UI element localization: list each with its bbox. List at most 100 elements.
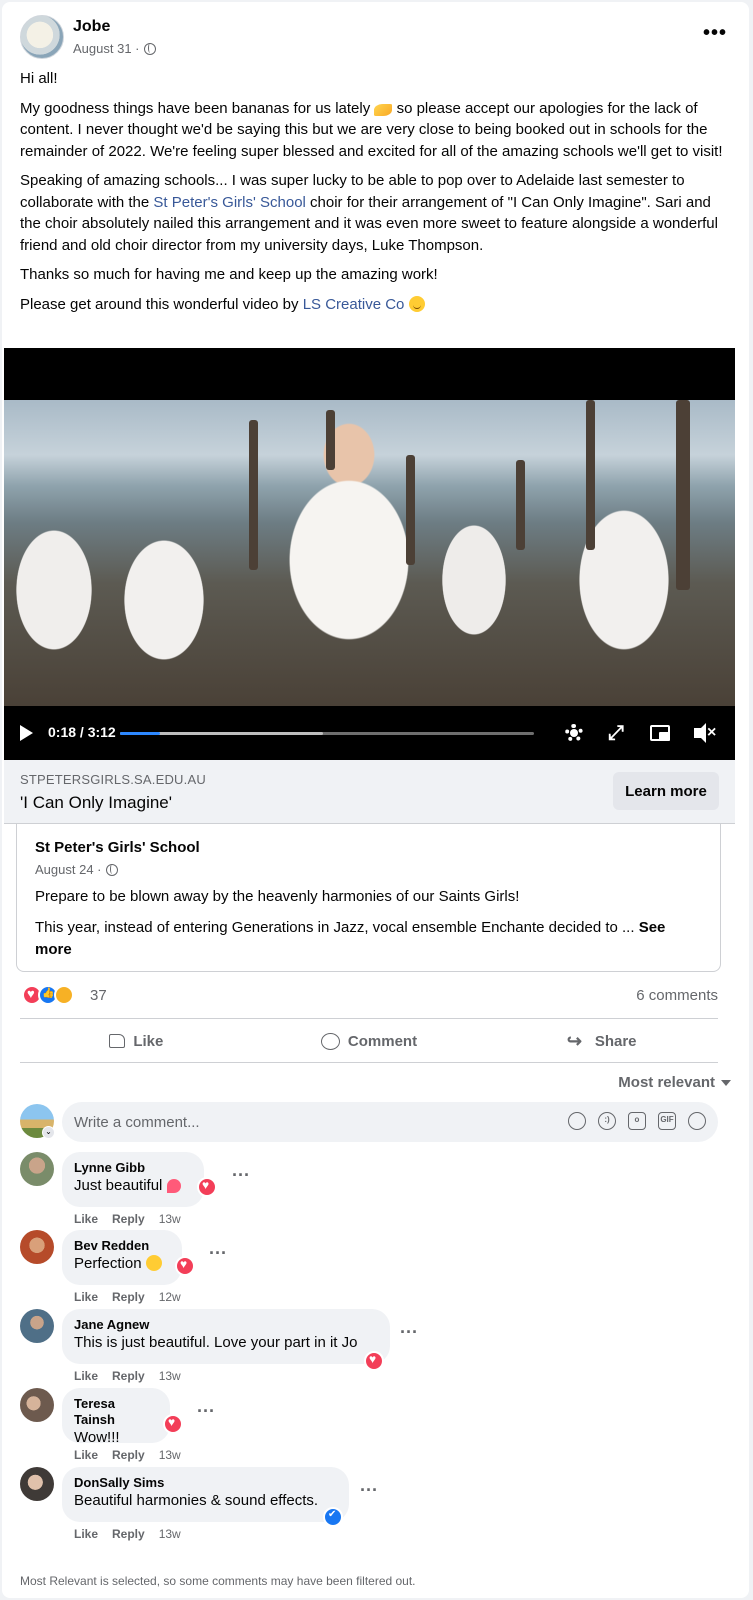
comment-reply-button[interactable]: Reply [112,1212,145,1226]
commenter-avatar[interactable] [20,1388,54,1422]
comment-text: Wow!!! [74,1429,120,1446]
comment-like-button[interactable]: Like [74,1448,98,1462]
author-name[interactable]: Jobe [73,18,110,36]
commenter-name[interactable]: Jane Agnew [74,1317,378,1333]
link-title[interactable]: 'I Can Only Imagine' [20,793,172,813]
shared-post-text-2: This year, instead of entering Generatio… [35,917,705,960]
commenter-name[interactable]: DonSally Sims [74,1475,337,1491]
comment-bubble: Jane Agnew This is just beautiful. Love … [62,1309,390,1364]
like-label: Like [133,1032,164,1050]
picture-in-picture-icon[interactable] [648,721,672,745]
author-avatar[interactable] [20,15,64,59]
love-reaction-icon[interactable] [175,1256,195,1276]
video-frame[interactable] [4,400,735,706]
shared-post-meta: August 24 · [35,862,118,877]
post-header: Jobe August 31 · ••• [20,15,731,61]
more-options-button[interactable]: ••• [699,23,731,47]
commenter-avatar[interactable] [20,1309,54,1343]
smile-emoji-icon [408,295,425,312]
shared-post-author[interactable]: St Peter's Girls' School [35,839,200,856]
chevron-down-icon[interactable]: ⌄ [42,1126,55,1139]
comment-actions: Like Reply 13w [74,1212,181,1226]
comment-button[interactable]: Comment [253,1020,486,1062]
comment-more-icon[interactable]: ··· [197,1401,215,1422]
shared-post-excerpt: This year, instead of entering Generatio… [35,919,639,936]
video-player[interactable]: 0:18 / 3:12 ⤢ × [4,348,735,760]
share-button[interactable]: ↪ Share [485,1020,718,1062]
commenter-avatar[interactable] [20,1152,54,1186]
gif-icon[interactable]: GIF [658,1112,676,1130]
reaction-icons[interactable] [22,985,74,1005]
comment-more-icon[interactable]: ··· [232,1165,250,1186]
jetty-pylon [516,460,525,550]
reaction-count[interactable]: 37 [90,987,107,1004]
comment-age[interactable]: 13w [159,1212,181,1226]
gear-icon[interactable] [562,721,586,745]
divider [20,1062,718,1063]
commenter-avatar[interactable] [20,1230,54,1264]
post-card: Jobe August 31 · ••• Hi all! My goodness… [2,2,749,1598]
love-reaction-icon[interactable] [163,1414,183,1434]
globe-icon [143,42,156,55]
commenter-name[interactable]: Teresa Tainsh [74,1396,158,1428]
comment-reply-button[interactable]: Reply [112,1369,145,1383]
comment-actions: Like Reply 13w [74,1448,181,1462]
emoji-icon[interactable]: :) [598,1112,616,1130]
comment-age[interactable]: 13w [159,1448,181,1462]
creator-link[interactable]: LS Creative Co [303,296,405,313]
comment-actions: Like Reply 13w [74,1369,181,1383]
love-reaction-icon[interactable] [364,1351,384,1371]
learn-more-button[interactable]: Learn more [613,772,719,810]
sort-label: Most relevant [618,1074,715,1091]
comment-bubble: DonSally Sims Beautiful harmonies & soun… [62,1467,349,1522]
like-button[interactable]: Like [20,1020,253,1062]
commenter-name[interactable]: Bev Redden [74,1238,170,1254]
comment-age[interactable]: 12w [159,1290,181,1304]
avatar-sticker-icon[interactable] [568,1112,586,1130]
comment-more-icon[interactable]: ··· [400,1322,418,1343]
post-meta: August 31 · [73,41,156,56]
comment-text-content: Just beautiful [74,1177,163,1194]
comment-actions: Like Reply 13w [74,1527,181,1541]
comment-reply-button[interactable]: Reply [112,1527,145,1541]
comment-text: Beautiful harmonies & sound effects. [74,1492,319,1509]
link-preview[interactable]: STPETERSGIRLS.SA.EDU.AU 'I Can Only Imag… [4,760,735,824]
sticker-icon[interactable] [688,1112,706,1130]
comment-reply-button[interactable]: Reply [112,1448,145,1462]
comment-text: Perfection [74,1254,170,1274]
school-link[interactable]: St Peter's Girls' School [153,194,305,211]
like-reaction-icon[interactable] [323,1507,343,1527]
comment-age[interactable]: 13w [159,1369,181,1383]
play-icon[interactable] [20,725,33,741]
comment-like-button[interactable]: Like [74,1369,98,1383]
comment-like-button[interactable]: Like [74,1212,98,1226]
post-paragraph-1: My goodness things have been bananas for… [20,98,732,163]
comment-text-content: Perfection [74,1255,142,1272]
post-paragraph-3: Thanks so much for having me and keep up… [20,266,438,283]
post-date[interactable]: August 31 · [73,41,140,56]
video-progress-bar[interactable] [120,732,534,735]
link-domain: STPETERSGIRLS.SA.EDU.AU [20,772,206,787]
comments-count[interactable]: 6 comments [636,987,718,1004]
post-body: Hi all! My goodness things have been ban… [20,68,732,323]
comment-sort-dropdown[interactable]: Most relevant [618,1074,731,1091]
shared-post: St Peter's Girls' School August 24 · Pre… [16,824,721,972]
camera-icon[interactable]: o [628,1112,646,1130]
comment-like-button[interactable]: Like [74,1290,98,1304]
love-reaction-icon[interactable] [197,1177,217,1197]
video-progress [120,732,160,735]
comment-reply-button[interactable]: Reply [112,1290,145,1304]
comment-more-icon[interactable]: ··· [209,1243,227,1264]
shared-post-date[interactable]: August 24 · [35,862,102,877]
commenter-name[interactable]: Lynne Gibb [74,1160,192,1176]
comment-bubble: Teresa Tainsh Wow!!! [62,1388,170,1446]
comment-like-button[interactable]: Like [74,1527,98,1541]
video-controls: 0:18 / 3:12 ⤢ × [4,706,735,760]
comment-more-icon[interactable]: ··· [360,1480,378,1501]
commenter-avatar[interactable] [20,1467,54,1501]
fullscreen-icon[interactable]: ⤢ [604,721,628,745]
mute-icon[interactable]: × [692,721,716,745]
comment-age[interactable]: 13w [159,1527,181,1541]
jetty-pylon [406,455,415,565]
comment-label: Comment [347,1032,418,1050]
